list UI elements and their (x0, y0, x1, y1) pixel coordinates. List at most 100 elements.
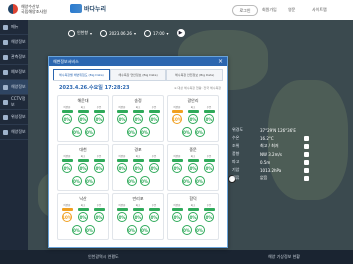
sidebar-item-cctv[interactable]: CCTV정보 (0, 95, 28, 110)
play-button[interactable]: ▶ (176, 29, 185, 37)
layer-checkbox[interactable] (304, 175, 309, 181)
risk-gauge: 0% (188, 163, 198, 173)
date-select[interactable]: 2023.06.26 ▾ (100, 29, 136, 37)
info-key: 조위 (232, 143, 240, 148)
risk-gauge: 0% (94, 212, 104, 222)
risk-gauge: 0% (149, 163, 159, 173)
english-link[interactable]: 영문 (288, 7, 295, 13)
risk-bar (93, 159, 105, 162)
gauge-label: 파고 (190, 204, 196, 207)
risk-gauge: 0% (126, 225, 137, 235)
sidebar-item-ocean-info[interactable]: 해양정보 (0, 35, 28, 50)
time-select[interactable]: 17:00 ▾ (143, 29, 169, 37)
risk-gauge: 0% (204, 163, 214, 173)
sidebar-item-info[interactable]: 해양정보 (0, 125, 28, 140)
beach-card[interactable]: 만리포 이안류 0% 파고 0% 수온 0% 0% 0% (112, 193, 164, 240)
gauge-label: 이안류 (63, 155, 71, 158)
chart-icon (3, 69, 8, 75)
beach-info-dialog: 해변정보서비스 × 해수욕장별 해변위험도 (Big Data) 해수욕장 연안… (48, 56, 228, 248)
risk-bar (77, 208, 89, 211)
risk-gauge: 0% (172, 212, 182, 222)
tab-coastal-info[interactable]: 해수욕장 연안정보 (Big Data) (109, 69, 167, 80)
gauge-label: 수온 (151, 204, 157, 207)
risk-gauge: 0% (117, 114, 127, 124)
risk-gauge: 0% (71, 127, 82, 137)
risk-bar (61, 208, 73, 211)
login-button[interactable]: 로그인 (232, 5, 258, 16)
anchor-icon (3, 39, 8, 45)
beach-card[interactable]: 낙산 이안류 10% 파고 0% 수온 0% 0% 0% (57, 193, 109, 240)
info-value: 16.2°C (260, 135, 274, 141)
sidebar-item-layers[interactable]: 해양정보 (0, 80, 28, 95)
service-logo[interactable]: 바다누리 (70, 4, 106, 13)
risk-gauge: 0% (78, 212, 88, 222)
gauge-label: 수온 (96, 155, 102, 158)
risk-gauge: 10% (172, 114, 182, 124)
risk-gauge: 0% (188, 114, 198, 124)
layer-checkbox[interactable] (304, 151, 309, 157)
risk-bar (93, 110, 105, 113)
risk-gauge: 0% (133, 163, 143, 173)
risk-gauge: 0% (133, 212, 143, 222)
org-logo[interactable]: 해양수산부 국립해양조사원 (8, 4, 47, 14)
risk-gauge: 0% (139, 176, 150, 186)
risk-gauge: 0% (139, 127, 150, 137)
chevron-down-icon: ▾ (133, 30, 136, 36)
layer-checkbox[interactable] (304, 159, 309, 165)
gauge-label: 이안류 (118, 204, 126, 207)
info-key: 파고 (232, 159, 240, 164)
layer-checkbox[interactable] (304, 135, 309, 141)
risk-bar (116, 159, 128, 162)
gauge-label: 이안류 (118, 106, 126, 109)
sidebar-item-forecast[interactable]: 예보정보 (0, 65, 28, 80)
chevron-down-icon: ▾ (166, 30, 169, 36)
beach-card[interactable]: 대천 이안류 0% 파고 0% 수온 0% 0% 0% (57, 144, 109, 191)
layer-checkbox[interactable] (304, 143, 309, 149)
risk-bar (132, 159, 144, 162)
risk-gauge: 0% (133, 114, 143, 124)
location-select[interactable]: 인천항 ▾ (68, 29, 92, 37)
tab-beach-risk[interactable]: 해수욕장별 해변위험도 (Big Data) (53, 69, 110, 80)
calendar-icon (100, 29, 108, 37)
beach-card[interactable]: 송정 이안류 0% 파고 0% 수온 0% 0% 0% (112, 95, 164, 142)
risk-gauge: 0% (78, 163, 88, 173)
info-key: 수온 (232, 135, 240, 140)
risk-bar (116, 110, 128, 113)
risk-bar (187, 159, 199, 162)
beach-card[interactable]: 해운대 이안류 0% 파고 0% 수온 0% 0% 0% (57, 95, 109, 142)
sitemap-link[interactable]: 사이트맵 (312, 7, 327, 13)
layer-checkbox[interactable] (304, 167, 309, 173)
risk-gauge: 0% (78, 114, 88, 124)
gauge-label: 수온 (96, 204, 102, 207)
beach-card[interactable]: 경포 이안류 0% 파고 0% 수온 0% 0% 0% (112, 144, 164, 191)
sidebar-item-satellite[interactable]: 위성정보 (0, 110, 28, 125)
risk-bar (203, 110, 215, 113)
info-value: 1013.2hPa (260, 167, 282, 173)
risk-gauge: 0% (117, 163, 127, 173)
service-logo-text: 바다누리 (84, 6, 107, 13)
gauge-label: 이안류 (173, 106, 181, 109)
gauge-label: 파고 (190, 155, 196, 158)
gauge-label: 수온 (206, 155, 212, 158)
close-icon[interactable]: × (218, 58, 223, 65)
risk-gauge: 0% (126, 127, 137, 137)
beach-name: 대천 (79, 147, 87, 152)
tab-safety-info[interactable]: 해수욕장 안전정보 (Big Data) (166, 69, 224, 80)
risk-bar (187, 208, 199, 211)
beach-card[interactable]: 중문 이안류 0% 파고 0% 수온 0% 0% 0% (167, 144, 219, 191)
gauge-label: 이안류 (63, 204, 71, 207)
sidebar-item-observation[interactable]: 관측정보 (0, 50, 28, 65)
gauge-label: 수온 (151, 155, 157, 158)
info-value: 0.5m (260, 159, 271, 165)
beach-card[interactable]: 광안리 이안류 10% 파고 0% 수온 0% 0% 0% (167, 95, 219, 142)
clock-icon (143, 29, 151, 37)
footer-bar: 인천광역시 연평도 해양 기상정보 현황 (0, 250, 353, 264)
org-line2: 국립해양조사원 (21, 9, 47, 14)
sidebar-item-menu[interactable]: 메뉴 (0, 20, 28, 35)
map-toolbar: 인천항 ▾ 2023.06.26 ▾ 17:00 ▾ ▶ (28, 26, 353, 40)
signup-link[interactable]: 회원가입 (262, 7, 277, 13)
beach-card[interactable]: 함덕 이안류 0% 파고 0% 수온 0% 0% 0% (167, 193, 219, 240)
risk-bar (171, 208, 183, 211)
wave-icon (70, 4, 82, 13)
gauge-label: 파고 (135, 106, 141, 109)
